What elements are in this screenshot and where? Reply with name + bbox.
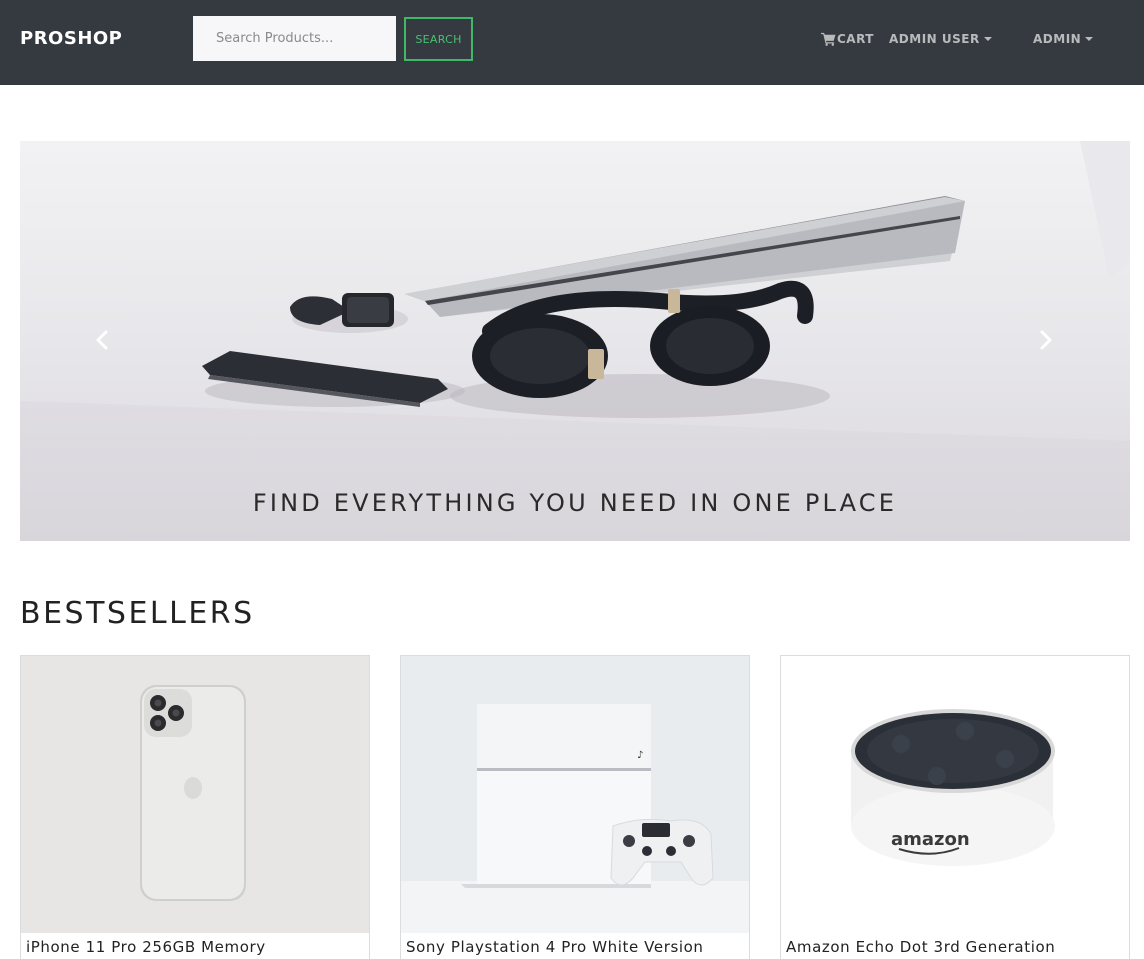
navbar: PROSHOP SEARCH CART ADMIN USER ADMIN bbox=[0, 0, 1144, 85]
hero-carousel[interactable]: FIND EVERYTHING YOU NEED IN ONE PLACE bbox=[20, 141, 1130, 541]
admin-user-dropdown[interactable]: ADMIN USER bbox=[889, 30, 992, 48]
svg-text:♪: ♪ bbox=[637, 750, 643, 761]
product-name[interactable]: Amazon Echo Dot 3rd Generation bbox=[786, 938, 1055, 956]
cart-link[interactable]: CART bbox=[821, 30, 874, 48]
section-title: BESTSELLERS bbox=[20, 596, 255, 631]
chevron-right-icon[interactable] bbox=[1032, 327, 1058, 353]
product-image: ♪ bbox=[401, 656, 749, 933]
carousel-image bbox=[20, 141, 1130, 541]
admin-dropdown[interactable]: ADMIN bbox=[1033, 30, 1094, 48]
shopping-cart-icon bbox=[821, 32, 836, 46]
search-button[interactable]: SEARCH bbox=[404, 17, 473, 61]
product-card[interactable]: amazon Amazon Echo Dot 3rd Generation bbox=[780, 655, 1130, 959]
admin-label: ADMIN bbox=[1033, 32, 1082, 46]
product-card[interactable]: ♪ Sony Playstation 4 Pro White Version bbox=[400, 655, 750, 959]
brand-logo[interactable]: PROSHOP bbox=[20, 28, 122, 49]
product-card[interactable]: iPhone 11 Pro 256GB Memory bbox=[20, 655, 370, 959]
product-name[interactable]: Sony Playstation 4 Pro White Version bbox=[406, 938, 704, 956]
caret-down-icon bbox=[983, 37, 992, 41]
caret-down-icon bbox=[1085, 37, 1094, 41]
cart-label: CART bbox=[837, 32, 874, 46]
chevron-left-icon[interactable] bbox=[90, 327, 116, 353]
svg-text:amazon: amazon bbox=[891, 829, 970, 850]
product-name[interactable]: iPhone 11 Pro 256GB Memory bbox=[26, 938, 266, 956]
search-input[interactable] bbox=[193, 16, 396, 61]
product-image: amazon bbox=[781, 656, 1129, 933]
product-image bbox=[21, 656, 369, 933]
admin-user-label: ADMIN USER bbox=[889, 32, 980, 46]
carousel-caption: FIND EVERYTHING YOU NEED IN ONE PLACE bbox=[252, 489, 898, 517]
